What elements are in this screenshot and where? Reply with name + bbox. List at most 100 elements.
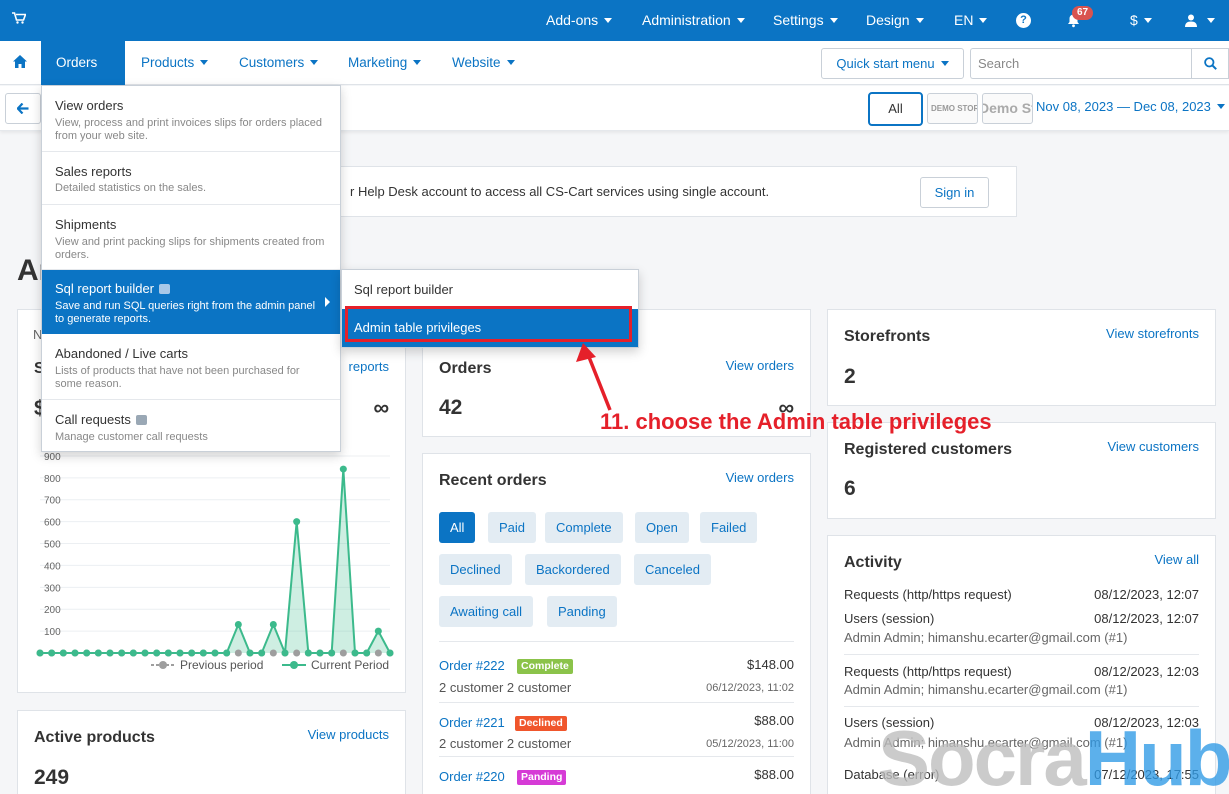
current-period-point[interactable] <box>374 627 382 635</box>
submenu-item-sql-report-builder[interactable]: Sql report builder <box>342 271 638 309</box>
view-all-activity-link[interactable]: View all <box>1154 552 1199 567</box>
current-period-point[interactable] <box>153 649 161 657</box>
menu-item-sales-reports[interactable]: Sales reports Detailed statistics on the… <box>42 152 340 205</box>
filter-all[interactable]: All <box>439 512 476 543</box>
current-period-point[interactable] <box>94 649 102 657</box>
home-icon[interactable] <box>0 41 40 85</box>
nav-marketing[interactable]: Marketing <box>348 41 421 85</box>
topnav-administration[interactable]: Administration <box>642 0 745 41</box>
storefronts-value: 2 <box>844 365 856 388</box>
view-products-link[interactable]: View products <box>308 727 389 742</box>
current-period-point[interactable] <box>386 649 394 657</box>
current-period-point[interactable] <box>293 518 301 526</box>
filter-panding[interactable]: Panding <box>547 596 617 627</box>
nav-website[interactable]: Website <box>452 41 515 85</box>
quick-start-button[interactable]: Quick start menu <box>821 48 964 79</box>
current-period-point[interactable] <box>106 649 114 657</box>
y-tick-label: 400 <box>44 561 61 572</box>
filter-open[interactable]: Open <box>635 512 689 543</box>
current-period-point[interactable] <box>363 649 371 657</box>
current-period-point[interactable] <box>141 649 149 657</box>
current-period-point[interactable] <box>328 649 336 657</box>
nav-products[interactable]: Products <box>141 41 208 85</box>
filter-declined[interactable]: Declined <box>439 554 512 585</box>
filter-backordered[interactable]: Backordered <box>525 554 621 585</box>
search-icon[interactable] <box>1191 48 1229 79</box>
topnav-language[interactable]: EN <box>954 0 987 41</box>
current-period-point[interactable] <box>59 649 67 657</box>
menu-item-sql-report-builder[interactable]: Sql report builder Save and run SQL quer… <box>42 270 340 334</box>
order-id-link[interactable]: Order #222 <box>439 658 505 673</box>
order-id-link[interactable]: Order #220 <box>439 769 505 784</box>
storefront-demo-store-button[interactable]: Demo Store <box>982 93 1033 124</box>
storefront-all-button[interactable]: All <box>868 92 923 126</box>
filter-complete[interactable]: Complete <box>545 512 623 543</box>
storefront-demo-button[interactable]: DEMO STORE <box>927 93 978 124</box>
order-row[interactable]: Order #220 Panding $88.00 <box>439 756 794 794</box>
menu-item-shipments[interactable]: Shipments View and print packing slips f… <box>42 205 340 270</box>
menu-item-view-orders[interactable]: View orders View, process and print invo… <box>42 86 340 152</box>
current-period-point[interactable] <box>129 649 137 657</box>
order-id-link[interactable]: Order #221 <box>439 715 505 730</box>
recent-orders-view-link[interactable]: View orders <box>726 470 794 485</box>
previous-period-point[interactable] <box>339 649 347 657</box>
y-tick-label: 900 <box>44 452 61 463</box>
sign-in-button[interactable]: Sign in <box>920 177 989 208</box>
sales-reports-link[interactable]: reports <box>349 359 389 374</box>
current-period-point[interactable] <box>258 649 266 657</box>
current-period-point[interactable] <box>246 649 254 657</box>
current-period-point[interactable] <box>118 649 126 657</box>
current-period-point[interactable] <box>36 649 44 657</box>
search-input[interactable] <box>970 48 1191 79</box>
view-storefronts-link[interactable]: View storefronts <box>1106 326 1199 341</box>
previous-period-point[interactable] <box>234 649 242 657</box>
previous-period-point[interactable] <box>374 649 382 657</box>
current-period-point[interactable] <box>199 649 207 657</box>
view-customers-link[interactable]: View customers <box>1107 439 1199 454</box>
helpdesk-notice: r Help Desk account to access all CS-Car… <box>330 166 1017 217</box>
menu-item-desc: Save and run SQL queries right from the … <box>55 300 316 325</box>
menu-item-call-requests[interactable]: Call requests Manage customer call reque… <box>42 400 340 452</box>
current-period-point[interactable] <box>339 465 347 473</box>
order-customer: 2 customer 2 customer <box>439 736 572 751</box>
filter-awaiting-call[interactable]: Awaiting call <box>439 596 534 627</box>
current-period-point[interactable] <box>351 649 359 657</box>
order-date: 06/12/2023, 11:02 <box>706 682 794 694</box>
topnav-currency[interactable]: $ <box>1130 0 1152 41</box>
active-products-card: Active products View products 249 <box>17 710 406 794</box>
orders-value: 42 <box>439 396 463 419</box>
current-period-point[interactable] <box>48 649 56 657</box>
order-row[interactable]: Order #222 Complete 2 customer 2 custome… <box>439 641 794 695</box>
current-period-point[interactable] <box>211 649 219 657</box>
current-period-point[interactable] <box>71 649 79 657</box>
current-period-point[interactable] <box>316 649 324 657</box>
menu-item-abandoned-carts[interactable]: Abandoned / Live carts Lists of products… <box>42 334 340 400</box>
help-icon[interactable]: ? <box>1016 13 1031 28</box>
filter-paid[interactable]: Paid <box>488 512 537 543</box>
back-arrow-icon[interactable] <box>5 93 41 124</box>
previous-period-point[interactable] <box>293 649 301 657</box>
topnav-design[interactable]: Design <box>866 0 924 41</box>
date-range-picker[interactable]: Nov 08, 2023 — Dec 08, 2023 <box>1036 99 1225 114</box>
nav-customers[interactable]: Customers <box>239 41 318 85</box>
filter-canceled[interactable]: Canceled <box>634 554 711 585</box>
cart-icon[interactable] <box>12 11 27 27</box>
current-period-point[interactable] <box>164 649 172 657</box>
current-period-point[interactable] <box>269 621 277 629</box>
current-period-point[interactable] <box>176 649 184 657</box>
current-period-point[interactable] <box>223 649 231 657</box>
nav-orders[interactable]: Orders <box>41 41 125 85</box>
topnav-addons[interactable]: Add-ons <box>546 0 612 41</box>
previous-period-point[interactable] <box>269 649 277 657</box>
order-row[interactable]: Order #221 Declined 2 customer 2 custome… <box>439 702 794 756</box>
user-icon[interactable] <box>1185 0 1215 41</box>
filter-failed[interactable]: Failed <box>700 512 758 543</box>
watermark-part2: Hub <box>1084 714 1229 794</box>
orders-view-link[interactable]: View orders <box>726 358 794 373</box>
current-period-point[interactable] <box>281 649 289 657</box>
current-period-point[interactable] <box>83 649 91 657</box>
current-period-point[interactable] <box>304 649 312 657</box>
current-period-point[interactable] <box>188 649 196 657</box>
topnav-settings[interactable]: Settings <box>773 0 838 41</box>
current-period-point[interactable] <box>234 621 242 629</box>
